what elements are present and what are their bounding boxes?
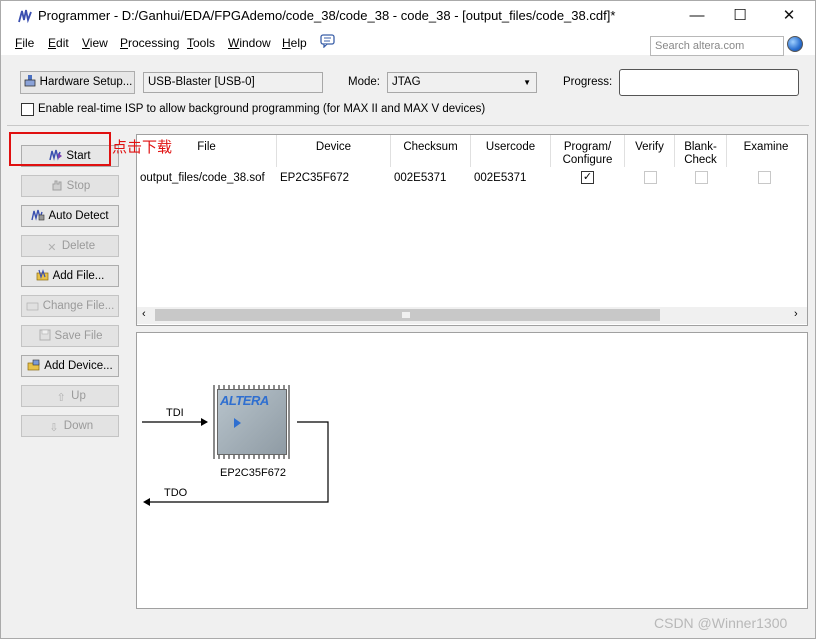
chip-device[interactable]: ALTERA bbox=[217, 389, 287, 455]
delete-x-icon: ✕ bbox=[47, 242, 57, 254]
play-triangle-icon bbox=[234, 418, 241, 428]
divider bbox=[7, 125, 809, 126]
usb-blaster-icon bbox=[24, 75, 36, 87]
up-arrow-icon: ⇧ bbox=[56, 392, 66, 404]
annotation-text: 点击下载 bbox=[112, 138, 173, 156]
altera-logo: ALTERA bbox=[220, 393, 269, 408]
menu-file[interactable]: File bbox=[15, 36, 34, 50]
menu-view[interactable]: View bbox=[82, 36, 108, 50]
tdo-arrow-icon bbox=[143, 498, 150, 506]
chat-help-icon[interactable] bbox=[320, 34, 336, 48]
add-device-button[interactable]: Add Device... bbox=[21, 355, 119, 377]
menu-edit[interactable]: Edit bbox=[48, 36, 69, 50]
examine-checkbox[interactable] bbox=[758, 171, 771, 184]
blank-check-checkbox[interactable] bbox=[695, 171, 708, 184]
stop-button[interactable]: Stop bbox=[21, 175, 119, 197]
down-arrow-icon: ⇩ bbox=[49, 422, 59, 434]
add-device-icon bbox=[27, 359, 40, 371]
search-input[interactable]: Search altera.com bbox=[650, 36, 784, 56]
tdi-label: TDI bbox=[166, 407, 184, 419]
menu-window[interactable]: Window bbox=[228, 36, 271, 50]
horizontal-scrollbar[interactable]: ‹ › bbox=[137, 307, 807, 324]
hardware-setup-label: Hardware Setup... bbox=[39, 76, 133, 88]
title-bar: Programmer - D:/Ganhui/EDA/FPGAdemo/code… bbox=[1, 1, 815, 31]
save-file-icon bbox=[39, 329, 51, 341]
cell-usercode: 002E5371 bbox=[474, 172, 527, 184]
progress-bar bbox=[619, 69, 799, 96]
hardware-setup-button[interactable]: Hardware Setup... bbox=[20, 71, 135, 94]
cell-checksum: 002E5371 bbox=[394, 172, 447, 184]
scroll-grip bbox=[402, 312, 410, 318]
mode-label: Mode: bbox=[348, 76, 380, 88]
change-file-label: Change File... bbox=[42, 300, 115, 312]
minimize-button[interactable]: — bbox=[674, 1, 720, 31]
stop-label: Stop bbox=[66, 180, 91, 192]
change-file-icon bbox=[26, 302, 39, 311]
header-examine[interactable]: Examine bbox=[727, 135, 805, 167]
isp-checkbox[interactable] bbox=[21, 103, 34, 116]
hardware-device-field: USB-Blaster [USB-0] bbox=[143, 72, 323, 93]
chip-device-label: EP2C35F672 bbox=[220, 467, 287, 479]
globe-icon[interactable] bbox=[787, 36, 803, 52]
auto-detect-icon bbox=[31, 209, 45, 221]
program-configure-checkbox[interactable]: ✓ bbox=[581, 171, 594, 184]
stop-hand-icon bbox=[52, 180, 62, 191]
add-device-label: Add Device... bbox=[44, 360, 113, 372]
tdi-arrow-icon bbox=[201, 418, 208, 426]
save-file-button[interactable]: Save File bbox=[21, 325, 119, 347]
auto-detect-label: Auto Detect bbox=[48, 210, 109, 222]
up-label: Up bbox=[71, 390, 86, 402]
auto-detect-button[interactable]: Auto Detect bbox=[21, 205, 119, 227]
window-title: Programmer - D:/Ganhui/EDA/FPGAdemo/code… bbox=[38, 8, 616, 23]
tdo-label: TDO bbox=[164, 487, 188, 499]
device-table: File Device Checksum Usercode Program/Co… bbox=[136, 134, 808, 326]
delete-button[interactable]: ✕ Delete bbox=[21, 235, 119, 257]
menu-help[interactable]: Help bbox=[282, 36, 307, 50]
down-button[interactable]: ⇩ Down bbox=[21, 415, 119, 437]
verify-checkbox[interactable] bbox=[644, 171, 657, 184]
up-button[interactable]: ⇧ Up bbox=[21, 385, 119, 407]
menu-tools[interactable]: Tools bbox=[187, 36, 215, 50]
mode-value: JTAG bbox=[392, 76, 421, 88]
header-usercode[interactable]: Usercode bbox=[471, 135, 551, 167]
scroll-thumb[interactable] bbox=[155, 309, 660, 321]
cell-device: EP2C35F672 bbox=[280, 172, 350, 184]
header-blank-check[interactable]: Blank- Check bbox=[675, 135, 727, 167]
cell-file: output_files/code_38.sof bbox=[140, 172, 265, 184]
programmer-app-icon bbox=[18, 9, 32, 24]
menu-processing[interactable]: Processing bbox=[120, 36, 179, 50]
scroll-left-icon[interactable]: ‹ bbox=[142, 308, 146, 320]
down-label: Down bbox=[63, 420, 94, 432]
add-file-icon bbox=[36, 269, 48, 281]
jtag-chain-panel: TDI TDO ALTERA EP2C35F672 bbox=[136, 332, 808, 609]
change-file-button[interactable]: Change File... bbox=[21, 295, 119, 317]
delete-label: Delete bbox=[61, 240, 96, 252]
save-file-label: Save File bbox=[54, 330, 103, 342]
isp-label: Enable real-time ISP to allow background… bbox=[38, 103, 486, 115]
programmer-window: Programmer - D:/Ganhui/EDA/FPGAdemo/code… bbox=[0, 0, 816, 639]
header-verify[interactable]: Verify bbox=[625, 135, 675, 167]
scroll-right-icon[interactable]: › bbox=[794, 308, 798, 320]
header-checksum[interactable]: Checksum bbox=[391, 135, 471, 167]
header-device[interactable]: Device bbox=[277, 135, 391, 167]
mode-select[interactable]: JTAG ▼ bbox=[387, 72, 537, 93]
close-button[interactable]: ✕ bbox=[766, 1, 812, 31]
progress-label: Progress: bbox=[563, 76, 613, 88]
watermark: CSDN @Winner1300 bbox=[654, 615, 788, 631]
chevron-down-icon: ▼ bbox=[523, 78, 531, 87]
add-file-button[interactable]: Add File... bbox=[21, 265, 119, 287]
add-file-label: Add File... bbox=[52, 270, 105, 282]
maximize-button[interactable]: ☐ bbox=[717, 1, 763, 31]
annotation-highlight-box bbox=[9, 132, 111, 166]
header-program-configure[interactable]: Program/Configure bbox=[551, 135, 625, 167]
